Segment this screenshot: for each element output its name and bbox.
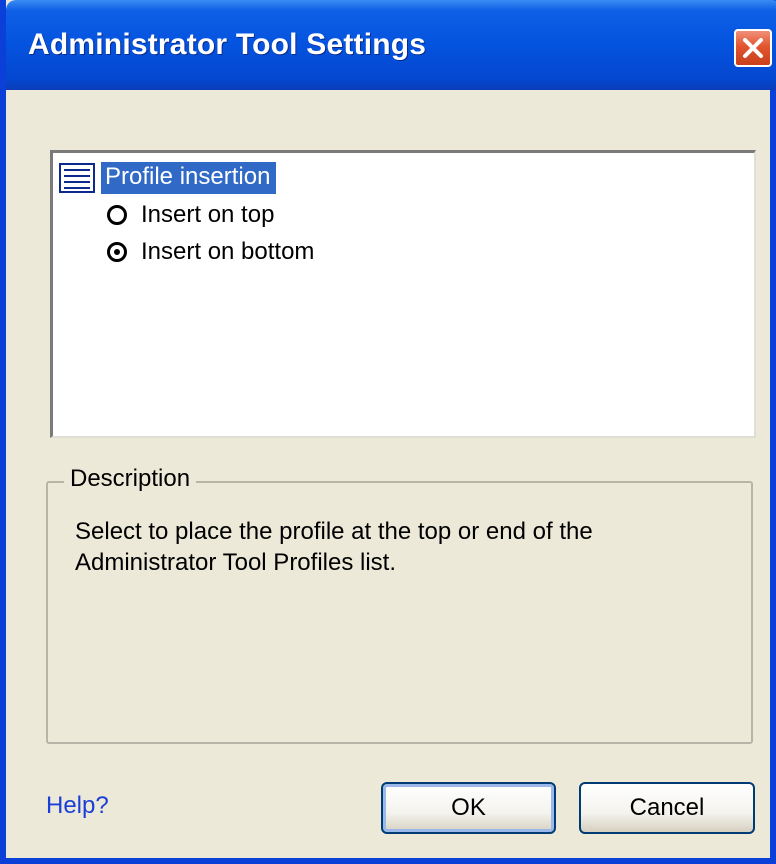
close-button[interactable] — [734, 29, 772, 67]
radio-insert-on-bottom[interactable]: Insert on bottom — [107, 236, 314, 268]
ok-button[interactable]: OK — [381, 782, 556, 834]
radio-checked-icon[interactable] — [107, 242, 127, 262]
tree-node-profile-insertion[interactable]: Profile insertion — [59, 161, 277, 195]
dialog-window: Administrator Tool Settings Profile inse… — [0, 0, 776, 864]
help-link[interactable]: Help? — [46, 792, 109, 820]
radio-insert-on-top[interactable]: Insert on top — [107, 199, 274, 231]
settings-tree[interactable]: Profile insertion Insert on top Insert o… — [50, 150, 756, 438]
radio-unchecked-icon[interactable] — [107, 205, 127, 225]
cancel-button[interactable]: Cancel — [579, 782, 755, 834]
radio-label-top: Insert on top — [141, 201, 275, 228]
description-legend: Description — [64, 465, 197, 493]
list-icon — [59, 163, 95, 193]
radio-label-bottom: Insert on bottom — [141, 238, 315, 265]
close-icon — [743, 38, 763, 58]
description-text: Select to place the profile at the top o… — [75, 518, 593, 576]
title-bar[interactable]: Administrator Tool Settings — [6, 0, 776, 90]
window-title: Administrator Tool Settings — [28, 28, 427, 61]
tree-node-label: Profile insertion — [101, 162, 277, 194]
